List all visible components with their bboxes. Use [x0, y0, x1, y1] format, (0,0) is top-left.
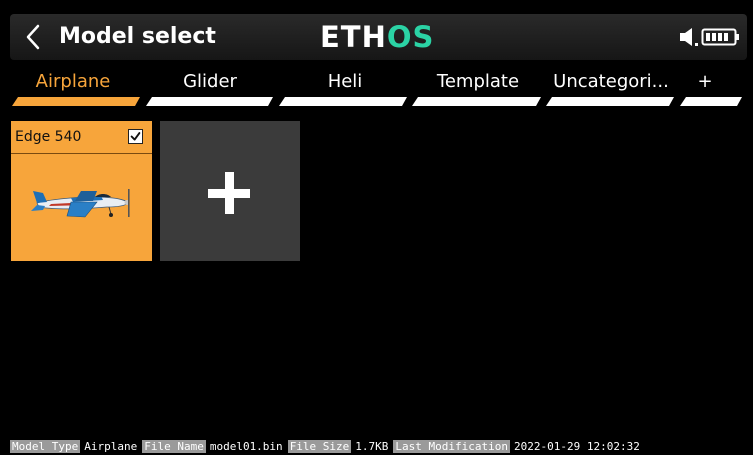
logo-text-eth: ETH — [320, 20, 387, 54]
tab-glider[interactable]: Glider — [155, 70, 265, 94]
title-bar: Model select ETHOS — [10, 14, 747, 60]
airplane-icon — [31, 189, 130, 218]
plus-icon-vertical — [225, 172, 234, 214]
add-model-button[interactable] — [160, 121, 300, 261]
model-card-header: Edge 540 — [11, 121, 152, 153]
file-name-value: model01.bin — [209, 440, 283, 453]
file-size-value: 1.7KB — [355, 440, 389, 453]
chevron-left-icon — [26, 24, 40, 50]
model-info-bar: Model Type Airplane File Name model01.bin Fi… — [10, 439, 645, 454]
file-name-label: File Name — [142, 440, 206, 453]
checkbox-checked-icon — [128, 129, 143, 144]
tab-heli[interactable]: Heli — [290, 70, 400, 94]
last-modification-value: 2022-01-29 12:02:32 — [514, 440, 640, 453]
model-type-label: Model Type — [10, 440, 81, 453]
speaker-icon[interactable] — [678, 26, 700, 48]
tab-airplane[interactable]: Airplane — [18, 70, 128, 94]
last-modification-label: Last Modification — [393, 440, 511, 453]
page-title: Model select — [59, 24, 216, 49]
model-card-edge-540[interactable]: Edge 540 — [11, 121, 152, 261]
back-button[interactable] — [18, 19, 48, 55]
file-size-label: File Size — [287, 440, 352, 453]
category-tabs: Airplane Glider Heli Template Uncategori… — [0, 60, 753, 112]
tab-add-category[interactable]: + — [690, 70, 720, 94]
logo-text-os: OS — [386, 20, 435, 54]
ethos-logo: ETHOS — [320, 21, 434, 53]
model-select-screen: Model select ETHOS Airplane Glider Heli … — [0, 0, 753, 455]
battery-icon — [701, 28, 739, 46]
card-divider — [11, 153, 152, 154]
tab-template[interactable]: Template — [423, 70, 533, 94]
model-type-value: Airplane — [84, 440, 138, 453]
tab-uncategorized[interactable]: Uncategori... — [538, 70, 684, 94]
model-name: Edge 540 — [15, 129, 82, 145]
